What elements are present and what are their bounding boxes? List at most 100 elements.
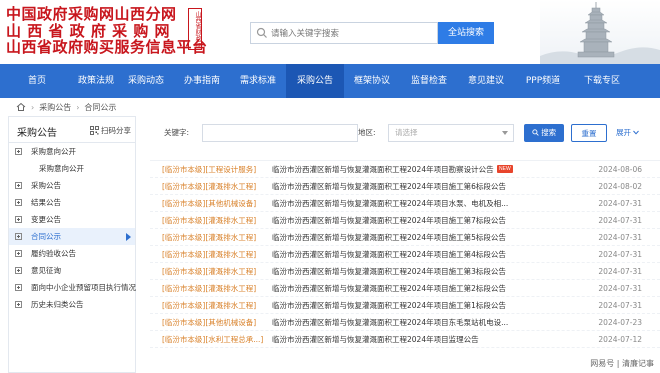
list-item-tags: [临汾市本级][水利工程总承...] — [162, 331, 263, 348]
logo-line-2: 山 西 省 政 府 采 购 网 — [6, 21, 171, 40]
filter-expand-toggle[interactable]: 展开 — [616, 127, 640, 138]
list-item[interactable]: [临汾市本级][灌溉排水工程] 临汾市汾西灌区新增与恢复灌溉面积工程2024年项目… — [150, 229, 660, 246]
expand-plus-icon[interactable] — [15, 250, 22, 257]
list-item[interactable]: [临汾市本级][工程设计服务] 临汾市汾西灌区新增与恢复灌溉面积工程2024年项目… — [150, 161, 660, 178]
list-item[interactable]: [临汾市本级][其他机械设备] 临汾市汾西灌区新增与恢复灌溉面积工程2024年项目… — [150, 314, 660, 331]
filter-search-button[interactable]: 搜索 — [524, 124, 564, 142]
region-tag: [临汾市本级] — [162, 318, 206, 327]
qr-code-icon — [90, 126, 99, 135]
list-item-title[interactable]: 临汾市汾西灌区新增与恢复灌溉面积工程2024年项目施工第2标段公告 — [272, 280, 506, 297]
nav-item-9[interactable]: PPP频道 — [514, 64, 572, 98]
site-search-input[interactable] — [271, 25, 431, 41]
region-tag: [临汾市本级] — [162, 182, 206, 191]
site-search-button[interactable]: 全站搜索 — [438, 22, 494, 44]
nav-item-7[interactable]: 监督检查 — [400, 64, 458, 98]
list-item-title[interactable]: 临汾市汾西灌区新增与恢复灌溉面积工程2024年项目施工第5标段公告 — [272, 229, 506, 246]
expand-plus-icon[interactable] — [15, 216, 22, 223]
nav-item-5[interactable]: 采购公告 — [286, 64, 344, 98]
list-item-tags: [临汾市本级][其他机械设备] — [162, 195, 256, 212]
list-item-title[interactable]: 临汾市汾西灌区新增与恢复灌溉面积工程2024年项目施工第4标段公告 — [272, 246, 506, 263]
sidebar-header: 采购公告 扫码分享 — [9, 117, 135, 143]
nav-item-6[interactable]: 框架协议 — [344, 64, 400, 98]
chevron-down-icon — [502, 131, 508, 135]
sidebar-item-label: 合同公示 — [31, 232, 61, 241]
sidebar-item[interactable]: 合同公示 — [9, 228, 135, 245]
sidebar-item-label: 面向中小企业预留项目执行情况 — [31, 283, 136, 292]
region-tag: [临汾市本级] — [162, 267, 206, 276]
list-item-date: 2024-07-31 — [598, 267, 642, 276]
category-tag: [灌溉排水工程] — [205, 216, 257, 225]
sidebar-item[interactable]: 采购公告 — [9, 177, 135, 194]
list-item-date: 2024-07-31 — [598, 284, 642, 293]
expand-plus-icon[interactable] — [15, 199, 22, 206]
list-item-title[interactable]: 临汾市汾西灌区新增与恢复灌溉面积工程2024年项目施工第3标段公告 — [272, 263, 506, 280]
list-item[interactable]: [临汾市本级][其他机械设备] 临汾市汾西灌区新增与恢复灌溉面积工程2024年项目… — [150, 195, 660, 212]
expand-plus-icon[interactable] — [15, 267, 22, 274]
list-item-title[interactable]: 临汾市汾西灌区新增与恢复灌溉面积工程2024年项目监理公告 — [272, 331, 479, 348]
expand-plus-icon[interactable] — [15, 148, 22, 155]
list-item-tags: [临汾市本级][灌溉排水工程] — [162, 263, 256, 280]
home-icon[interactable] — [16, 102, 26, 112]
nav-item-3[interactable]: 办事指南 — [174, 64, 230, 98]
sidebar-item[interactable]: 变更公告 — [9, 211, 135, 228]
expand-plus-icon[interactable] — [15, 182, 22, 189]
category-tag: [灌溉排水工程] — [205, 267, 257, 276]
list-item[interactable]: [临汾市本级][灌溉排水工程] 临汾市汾西灌区新增与恢复灌溉面积工程2024年项目… — [150, 212, 660, 229]
nav-item-2[interactable]: 采购动态 — [118, 64, 174, 98]
filter-expand-label: 展开 — [616, 128, 631, 137]
region-tag: [临汾市本级] — [162, 301, 206, 310]
expand-plus-icon[interactable] — [15, 233, 22, 240]
list-item-date: 2024-07-31 — [598, 199, 642, 208]
sidebar-item[interactable]: 采购意向公开 — [9, 143, 135, 160]
list-item[interactable]: [临汾市本级][灌溉排水工程] 临汾市汾西灌区新增与恢复灌溉面积工程2024年项目… — [150, 280, 660, 297]
new-badge: NEW — [497, 165, 513, 173]
nav-item-4[interactable]: 需求标准 — [230, 64, 286, 98]
site-search-box[interactable] — [250, 22, 438, 44]
breadcrumb-item-procurement[interactable]: 采购公告 — [39, 102, 71, 113]
list-item-title[interactable]: 临汾市汾西灌区新增与恢复灌溉面积工程2024年项目施工第7标段公告 — [272, 212, 506, 229]
filter-reset-button[interactable]: 重置 — [571, 124, 607, 142]
sidebar-item[interactable]: 履约验收公告 — [9, 245, 135, 262]
sidebar-item[interactable]: 面向中小企业预留项目执行情况 — [9, 279, 136, 296]
nav-item-1[interactable]: 政策法规 — [74, 64, 118, 98]
category-tag: [灌溉排水工程] — [205, 233, 257, 242]
region-select[interactable]: 请选择 — [388, 124, 514, 142]
sidebar-title: 采购公告 — [17, 128, 57, 139]
list-item-tags: [临汾市本级][灌溉排水工程] — [162, 297, 256, 314]
list-item[interactable]: [临汾市本级][灌溉排水工程] 临汾市汾西灌区新增与恢复灌溉面积工程2024年项目… — [150, 263, 660, 280]
list-item-title[interactable]: 临汾市汾西灌区新增与恢复灌溉面积工程2024年项目东毛泵站机电设... — [272, 314, 508, 331]
sidebar-item[interactable]: 结果公告 — [9, 194, 135, 211]
list-item-title[interactable]: 临汾市汾西灌区新增与恢复灌溉面积工程2024年项目施工第6标段公告 — [272, 178, 506, 195]
sidebar-item[interactable]: 历史未归类公告 — [9, 296, 135, 313]
region-label: 地区: — [358, 128, 376, 137]
category-tag: [灌溉排水工程] — [205, 301, 257, 310]
list-item-title[interactable]: 临汾市汾西灌区新增与恢复灌溉面积工程2024年项目水泵、电机及相... — [272, 195, 508, 212]
list-item-date: 2024-08-02 — [598, 182, 642, 191]
chevron-down-icon — [633, 130, 640, 135]
keyword-input[interactable] — [202, 124, 358, 142]
region-tag: [临汾市本级] — [162, 165, 206, 174]
sidebar-item[interactable]: 采购意向公开 — [9, 160, 135, 177]
expand-plus-icon[interactable] — [15, 301, 22, 308]
list-item-title[interactable]: 临汾市汾西灌区新增与恢复灌溉面积工程2024年项目勘察设计公告 — [272, 161, 494, 178]
list-item[interactable]: [临汾市本级][灌溉排水工程] 临汾市汾西灌区新增与恢复灌溉面积工程2024年项目… — [150, 246, 660, 263]
list-item-tags: [临汾市本级][灌溉排水工程] — [162, 178, 256, 195]
keyword-label: 关键字: — [164, 128, 190, 137]
list-item[interactable]: [临汾市本级][灌溉排水工程] 临汾市汾西灌区新增与恢复灌溉面积工程2024年项目… — [150, 178, 660, 195]
list-item-title[interactable]: 临汾市汾西灌区新增与恢复灌溉面积工程2024年项目施工第1标段公告 — [272, 297, 506, 314]
nav-item-0[interactable]: 首页 — [0, 64, 74, 98]
region-tag: [临汾市本级] — [162, 250, 206, 259]
nav-item-8[interactable]: 意见建议 — [458, 64, 514, 98]
sidebar-item-label: 意见征询 — [31, 266, 61, 275]
list-item-date: 2024-07-31 — [598, 250, 642, 259]
category-tag: [其他机械设备] — [205, 318, 257, 327]
breadcrumb-item-contract: 合同公示 — [84, 102, 117, 112]
expand-plus-icon[interactable] — [15, 284, 22, 291]
list-item-tags: [临汾市本级][灌溉排水工程] — [162, 229, 256, 246]
scan-share-button[interactable]: 扫码分享 — [90, 125, 131, 136]
site-logo[interactable]: 中国政府采购网山西分网 山 西 省 政 府 采 购 网 山西省政府购买服务信息平… — [6, 6, 208, 56]
sidebar-item[interactable]: 意见征询 — [9, 262, 135, 279]
list-item[interactable]: [临汾市本级][灌溉排水工程] 临汾市汾西灌区新增与恢复灌溉面积工程2024年项目… — [150, 297, 660, 314]
nav-item-10[interactable]: 下载专区 — [572, 64, 632, 98]
list-item[interactable]: [临汾市本级][水利工程总承...] 临汾市汾西灌区新增与恢复灌溉面积工程2024… — [150, 331, 660, 348]
